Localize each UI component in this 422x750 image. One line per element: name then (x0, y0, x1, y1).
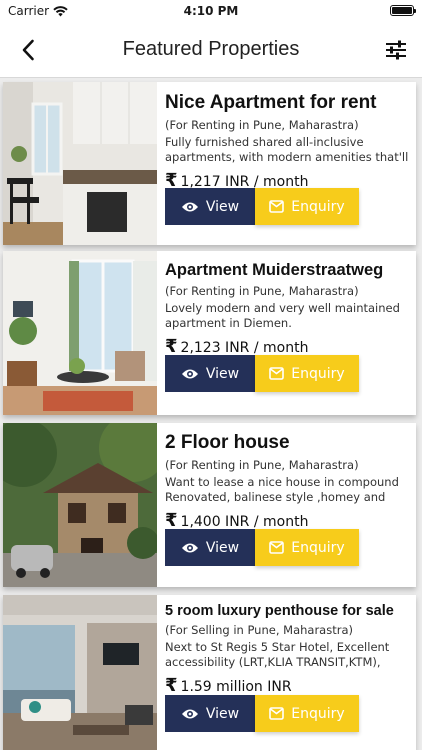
penthouse-interior-photo[interactable] (3, 595, 157, 750)
view-button[interactable]: View (165, 529, 255, 566)
card-info: Apartment Muiderstraatweg (For Renting i… (165, 261, 412, 357)
view-button-label: View (205, 539, 240, 556)
view-button-label: View (205, 365, 240, 382)
view-button-label: View (205, 705, 240, 722)
enquiry-button[interactable]: Enquiry (255, 355, 359, 392)
property-description: Lovely modern and very well maintained a… (165, 301, 400, 330)
property-subtitle: (For Renting in Pune, Maharastra) (165, 458, 359, 472)
property-card[interactable]: 2 Floor house (For Renting in Pune, Maha… (3, 423, 416, 587)
filter-button[interactable] (382, 36, 410, 64)
card-info: Nice Apartment for rent (For Renting in … (165, 92, 412, 191)
clock: 4:10 PM (183, 4, 239, 18)
property-price: ₹2,123 INR / month (165, 336, 412, 357)
property-description: Fully furnished shared all-inclusive apa… (165, 135, 409, 164)
view-button-label: View (205, 198, 240, 215)
enquiry-button[interactable]: Enquiry (255, 529, 359, 566)
property-description: Next to St Regis 5 Star Hotel, Excellent… (165, 640, 390, 669)
property-price: ₹1,400 INR / month (165, 510, 412, 531)
eye-icon (181, 543, 198, 552)
mail-icon (269, 367, 285, 380)
rupee-icon: ₹ (165, 336, 178, 357)
price-value: 1,400 INR / month (180, 514, 309, 530)
eye-icon (181, 202, 198, 211)
view-button[interactable]: View (165, 355, 255, 392)
price-value: 2,123 INR / month (180, 340, 309, 356)
view-button[interactable]: View (165, 695, 255, 732)
enquiry-button[interactable]: Enquiry (255, 188, 359, 225)
view-button[interactable]: View (165, 188, 255, 225)
battery-icon (390, 5, 416, 16)
enquiry-button-label: Enquiry (291, 705, 345, 722)
living-room-photo[interactable] (3, 251, 157, 415)
status-bar: Carrier 4:10 PM (0, 0, 422, 22)
enquiry-button-label: Enquiry (291, 198, 345, 215)
property-subtitle: (For Selling in Pune, Maharastra) (165, 623, 353, 637)
property-title: Apartment Muiderstraatweg (165, 261, 384, 279)
card-actions: View Enquiry (165, 188, 359, 225)
enquiry-button[interactable]: Enquiry (255, 695, 359, 732)
eye-icon (181, 709, 198, 718)
house-exterior-photo[interactable] (3, 423, 157, 587)
page-title: Featured Properties (122, 38, 300, 60)
card-info: 2 Floor house (For Renting in Pune, Maha… (165, 432, 412, 531)
property-price: ₹1.59 million INR (165, 675, 412, 696)
navigation-bar: Featured Properties (0, 22, 422, 78)
property-subtitle: (For Renting in Pune, Maharastra) (165, 118, 359, 132)
rupee-icon: ₹ (165, 675, 178, 696)
property-description: Want to lease a nice house in compound R… (165, 475, 399, 504)
card-actions: View Enquiry (165, 355, 359, 392)
card-actions: View Enquiry (165, 529, 359, 566)
property-title: Nice Apartment for rent (165, 92, 377, 113)
mail-icon (269, 707, 285, 720)
property-card[interactable]: Nice Apartment for rent (For Renting in … (3, 82, 416, 245)
mail-icon (269, 541, 285, 554)
apartment-kitchen-photo[interactable] (3, 82, 157, 245)
card-info: 5 room luxury penthouse for sale (For Se… (165, 603, 412, 696)
card-actions: View Enquiry (165, 695, 359, 732)
property-title: 2 Floor house (165, 432, 290, 453)
eye-icon (181, 369, 198, 378)
enquiry-button-label: Enquiry (291, 365, 345, 382)
property-title: 5 room luxury penthouse for sale (165, 603, 394, 619)
property-card[interactable]: 5 room luxury penthouse for sale (For Se… (3, 595, 416, 750)
property-card[interactable]: Apartment Muiderstraatweg (For Renting i… (3, 251, 416, 415)
sliders-icon (386, 40, 406, 60)
rupee-icon: ₹ (165, 510, 178, 531)
property-subtitle: (For Renting in Pune, Maharastra) (165, 284, 359, 298)
price-value: 1.59 million INR (180, 679, 292, 695)
enquiry-button-label: Enquiry (291, 539, 345, 556)
mail-icon (269, 200, 285, 213)
